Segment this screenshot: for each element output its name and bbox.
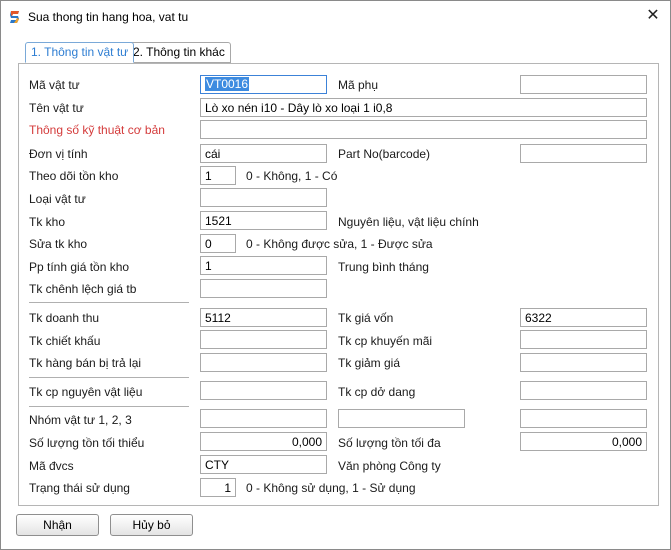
loai-vat-tu-input[interactable]: [200, 188, 327, 207]
tk-chiet-khau-label: Tk chiết khấu: [29, 334, 101, 348]
tk-doanh-thu-label: Tk doanh thu: [29, 311, 100, 325]
nhom-vat-tu-3-input[interactable]: [520, 409, 647, 428]
nhom-vat-tu-2-input[interactable]: [338, 409, 465, 428]
tk-gia-von-input[interactable]: [520, 308, 647, 327]
sl-ton-toi-da-label: Số lượng tồn tối đa: [338, 436, 441, 450]
ma-dvcs-hint: Văn phòng Công ty: [338, 459, 441, 473]
form-panel: Mã vật tư VT0016 Mã phụ Tên vật tư Thông…: [18, 63, 659, 506]
theo-doi-ton-kho-label: Theo dõi tồn kho: [29, 169, 119, 183]
tk-chenh-lech-input[interactable]: [200, 279, 327, 298]
thong-so-ky-thuat-input[interactable]: [200, 120, 647, 139]
sl-ton-toi-thieu-input[interactable]: [200, 432, 327, 451]
huy-bo-button[interactable]: Hủy bỏ: [110, 514, 193, 536]
don-vi-tinh-input[interactable]: [200, 144, 327, 163]
theo-doi-ton-kho-hint: 0 - Không, 1 - Có: [246, 169, 338, 183]
tk-gia-von-label: Tk giá vốn: [338, 311, 394, 325]
section-divider: [29, 406, 189, 407]
loai-vat-tu-label: Loại vật tư: [29, 192, 86, 206]
ma-vat-tu-value: VT0016: [205, 77, 250, 91]
sl-ton-toi-thieu-label: Số lượng tồn tối thiểu: [29, 436, 145, 450]
tk-cp-khuyen-mai-input[interactable]: [520, 330, 647, 349]
nhan-button[interactable]: Nhận: [16, 514, 99, 536]
tk-chiet-khau-input[interactable]: [200, 330, 327, 349]
tk-giam-gia-input[interactable]: [520, 353, 647, 372]
dialog-window: Sua thong tin hang hoa, vat tu ✕ 1. Thôn…: [0, 0, 671, 550]
sua-tk-kho-label: Sửa tk kho: [29, 237, 88, 251]
sl-ton-toi-da-input[interactable]: [520, 432, 647, 451]
app-logo-icon: [9, 10, 21, 24]
trang-thai-input[interactable]: [200, 478, 236, 497]
tk-cp-nguyen-vat-lieu-input[interactable]: [200, 381, 327, 400]
section-divider: [29, 302, 189, 303]
ma-vat-tu-label: Mã vật tư: [29, 78, 80, 92]
tk-chenh-lech-label: Tk chênh lệch giá tb: [29, 282, 137, 296]
tk-cp-do-dang-label: Tk cp dở dang: [338, 385, 416, 399]
ma-phu-input[interactable]: [520, 75, 647, 94]
nhom-vat-tu-label: Nhóm vật tư 1, 2, 3: [29, 413, 132, 427]
tk-doanh-thu-input[interactable]: [200, 308, 327, 327]
tab-thong-tin-vat-tu[interactable]: 1. Thông tin vật tư: [25, 42, 135, 63]
ma-dvcs-input[interactable]: [200, 455, 327, 474]
tk-kho-input[interactable]: [200, 211, 327, 230]
section-divider: [29, 377, 189, 378]
tk-cp-khuyen-mai-label: Tk cp khuyến mãi: [338, 334, 433, 348]
ma-vat-tu-input[interactable]: VT0016: [200, 75, 327, 94]
ten-vat-tu-input[interactable]: [200, 98, 647, 117]
trang-thai-hint: 0 - Không sử dụng, 1 - Sử dụng: [246, 481, 416, 495]
ten-vat-tu-label: Tên vật tư: [29, 101, 84, 115]
window-title: Sua thong tin hang hoa, vat tu: [28, 10, 189, 24]
tk-cp-nguyen-vat-lieu-label: Tk cp nguyên vật liệu: [29, 385, 143, 399]
trang-thai-label: Trạng thái sử dụng: [29, 481, 130, 495]
tk-cp-do-dang-input[interactable]: [520, 381, 647, 400]
don-vi-tinh-label: Đơn vị tính: [29, 147, 88, 161]
tab-thong-tin-khac[interactable]: 2. Thông tin khác: [127, 42, 231, 63]
theo-doi-ton-kho-input[interactable]: [200, 166, 236, 185]
close-icon[interactable]: ✕: [641, 5, 665, 27]
part-no-label: Part No(barcode): [338, 147, 431, 161]
title-bar: Sua thong tin hang hoa, vat tu ✕: [1, 1, 670, 33]
ma-phu-label: Mã phụ: [338, 78, 379, 92]
tk-hang-ban-tra-lai-label: Tk hàng bán bị trả lại: [29, 356, 142, 370]
nhom-vat-tu-1-input[interactable]: [200, 409, 327, 428]
tk-giam-gia-label: Tk giảm giá: [338, 356, 401, 370]
tk-hang-ban-tra-lai-input[interactable]: [200, 353, 327, 372]
tk-kho-label: Tk kho: [29, 215, 66, 229]
sua-tk-kho-input[interactable]: [200, 234, 236, 253]
ma-dvcs-label: Mã đvcs: [29, 459, 74, 473]
sua-tk-kho-hint: 0 - Không được sửa, 1 - Được sửa: [246, 237, 433, 251]
thong-so-ky-thuat-label: Thông số kỹ thuật cơ bản: [29, 123, 165, 137]
pp-tinh-gia-label: Pp tính giá tồn kho: [29, 260, 130, 274]
tk-kho-hint: Nguyên liệu, vật liệu chính: [338, 215, 479, 229]
pp-tinh-gia-input[interactable]: [200, 256, 327, 275]
pp-tinh-gia-hint: Trung bình tháng: [338, 260, 429, 274]
part-no-input[interactable]: [520, 144, 647, 163]
